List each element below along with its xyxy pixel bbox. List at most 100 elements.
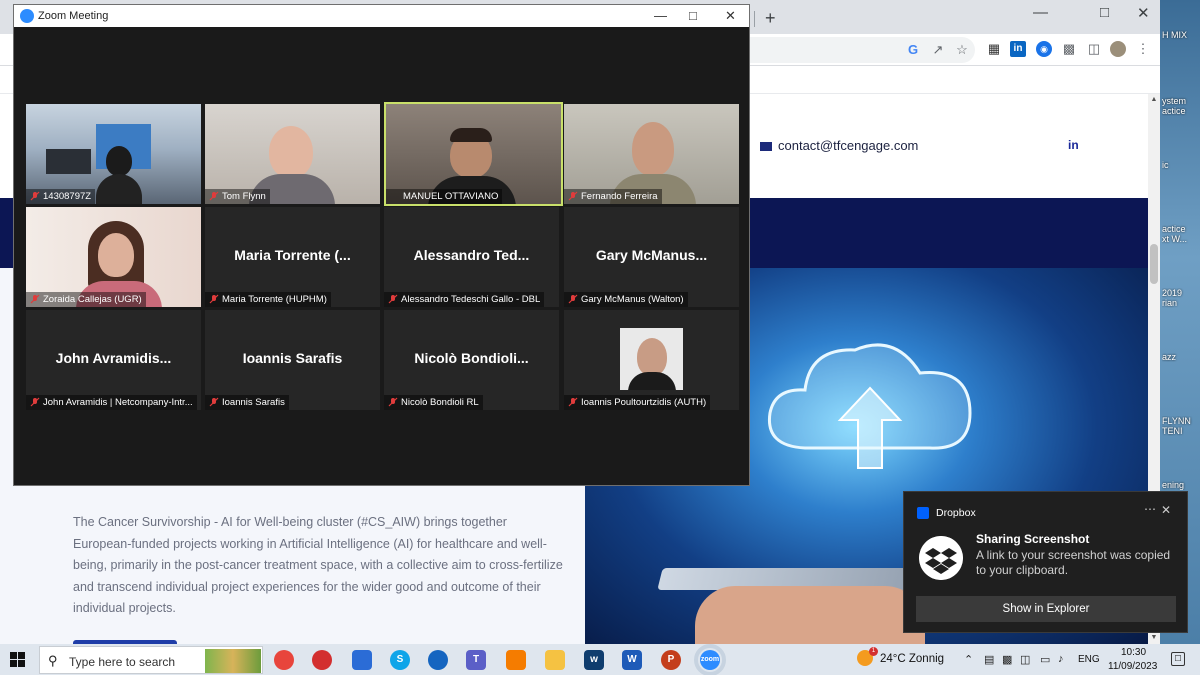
minimize-button[interactable]: — xyxy=(1033,4,1048,21)
participant-tile[interactable]: Fernando Ferreira xyxy=(564,104,739,204)
network-icon[interactable]: ◫ xyxy=(1020,653,1030,666)
desktop-icon-label[interactable]: ening xyxy=(1162,480,1200,490)
skype-icon[interactable]: S xyxy=(390,650,410,670)
chevron-up-icon[interactable]: ⌃ xyxy=(964,653,973,666)
cluster-description: The Cancer Survivorship - AI for Well-be… xyxy=(73,515,563,615)
search-icon: ⚲ xyxy=(48,653,58,668)
zoom-maximize-button[interactable]: □ xyxy=(689,8,697,23)
desktop-icon-label[interactable]: azz xyxy=(1162,352,1200,362)
more-options-icon[interactable]: ⋯ xyxy=(1144,502,1156,516)
dropbox-app-icon xyxy=(917,507,929,519)
google-icon[interactable]: G xyxy=(905,42,921,58)
hand xyxy=(695,586,925,644)
muted-mic-icon xyxy=(388,294,398,304)
participant-tile[interactable]: John Avramidis... John Avramidis | Netco… xyxy=(26,310,201,410)
share-icon[interactable]: ↗ xyxy=(930,42,946,58)
muted-mic-icon xyxy=(30,294,40,304)
scroll-up-arrow[interactable]: ▲ xyxy=(1148,94,1160,106)
store-icon[interactable] xyxy=(352,650,372,670)
tray-icon[interactable]: ▤ xyxy=(984,653,994,666)
participant-tile[interactable]: Gary McManus... Gary McManus (Walton) xyxy=(564,207,739,307)
participant-tile[interactable]: Zoraida Callejas (UGR) xyxy=(26,207,201,307)
close-icon[interactable]: ✕ xyxy=(1161,503,1171,517)
side-panel-icon[interactable]: ◫ xyxy=(1086,41,1102,57)
participant-head xyxy=(637,338,667,376)
contact-email[interactable]: contact@tfcengage.com xyxy=(760,138,918,153)
taskbar-search-input[interactable]: ⚲ Type here to search xyxy=(39,646,263,674)
participant-head xyxy=(106,146,132,176)
desktop-icon-label[interactable]: FLYNN TENI xyxy=(1162,416,1200,436)
notification-center-icon[interactable]: ☐ xyxy=(1171,652,1185,666)
linkedin-extension-icon[interactable]: in xyxy=(1010,41,1026,57)
monitor xyxy=(46,149,91,174)
menu-icon[interactable]: ⋮ xyxy=(1135,41,1151,57)
desktop-icon-label[interactable]: ystem actice xyxy=(1162,96,1200,116)
participant-tile[interactable]: 14308797Z xyxy=(26,104,201,204)
address-bar[interactable]: G ↗ ☆ xyxy=(750,37,975,63)
participant-display-name: Maria Torrente (... xyxy=(234,247,351,263)
contact-email-text: contact@tfcengage.com xyxy=(778,138,919,153)
participant-tile[interactable]: Tom Flynn xyxy=(205,104,380,204)
participant-tile[interactable]: Nicolò Bondioli... Nicolò Bondioli RL xyxy=(384,310,559,410)
participant-tile[interactable]: Ioannis Sarafis Ioannis Sarafis xyxy=(205,310,380,410)
clock-date[interactable]: 11/09/2023 xyxy=(1108,661,1157,672)
scroll-thumb[interactable] xyxy=(1150,244,1158,284)
profile-avatar[interactable] xyxy=(1110,41,1126,57)
new-tab-button[interactable]: + xyxy=(765,8,776,29)
zoom-icon[interactable]: zoom xyxy=(694,644,726,675)
puzzle-icon[interactable]: ▩ xyxy=(1061,41,1077,57)
extension-icon[interactable]: ▦ xyxy=(986,41,1002,57)
powerpoint-icon[interactable]: P xyxy=(661,650,681,670)
muted-mic-icon xyxy=(209,397,219,407)
participant-name: Ioannis Sarafis xyxy=(222,397,285,408)
zoom-meeting-window: Zoom Meeting — □ ✕ 14308797Z Tom Flynn M… xyxy=(13,4,750,486)
teams-icon[interactable]: T xyxy=(466,650,486,670)
participant-display-name: Gary McManus... xyxy=(595,247,708,263)
zoom-minimize-button[interactable]: — xyxy=(654,8,667,23)
show-in-explorer-button[interactable]: Show in Explorer xyxy=(916,596,1176,622)
desktop-icon-label[interactable]: 2019 rian xyxy=(1162,288,1200,308)
participant-tile-active-speaker[interactable]: MANUEL OTTAVIANO xyxy=(384,102,563,206)
notification-title: Sharing Screenshot xyxy=(976,532,1090,546)
extension-icon[interactable]: ◉ xyxy=(1036,41,1052,57)
zoom-close-button[interactable]: ✕ xyxy=(725,8,736,24)
desktop-icon-label[interactable]: H MIX xyxy=(1162,30,1200,40)
language-indicator[interactable]: ENG xyxy=(1078,654,1100,665)
participant-head xyxy=(632,122,674,176)
muted-mic-icon xyxy=(568,294,578,304)
muted-mic-icon xyxy=(209,191,219,201)
desktop-icon-label[interactable]: actice xt W... xyxy=(1162,224,1200,244)
tray-icon[interactable]: ▩ xyxy=(1002,653,1012,666)
participant-name-label: Zoraida Callejas (UGR) xyxy=(26,292,146,307)
weather-text[interactable]: 24°C Zonnig xyxy=(880,653,944,665)
participant-hair xyxy=(450,128,492,142)
participant-head xyxy=(269,126,313,178)
teamviewer-icon[interactable] xyxy=(428,650,448,670)
participant-name: John Avramidis | Netcompany-Intr... xyxy=(43,397,193,408)
close-button[interactable]: ✕ xyxy=(1137,4,1150,22)
desktop-icon-label[interactable]: ic xyxy=(1162,160,1200,170)
participant-name-label: 14308797Z xyxy=(26,189,96,204)
battery-icon[interactable]: ▭ xyxy=(1040,653,1050,666)
muted-mic-icon xyxy=(568,191,578,201)
windows-start-icon[interactable] xyxy=(10,652,25,667)
participant-name: Maria Torrente (HUPHM) xyxy=(222,294,327,305)
opera-icon[interactable] xyxy=(312,650,332,670)
participant-tile[interactable]: Ioannis Poultourtzidis (AUTH) xyxy=(564,310,739,410)
scroll-down-arrow[interactable]: ▼ xyxy=(1148,632,1160,644)
word-icon[interactable]: W xyxy=(622,650,642,670)
taskbar: ⚲ Type here to search S T w W P zoom 1 2… xyxy=(0,644,1200,675)
participant-tile[interactable]: Maria Torrente (... Maria Torrente (HUPH… xyxy=(205,207,380,307)
star-icon[interactable]: ☆ xyxy=(954,42,970,58)
participant-tile[interactable]: Alessandro Ted... Alessandro Tedeschi Ga… xyxy=(384,207,559,307)
dropbox-notification[interactable]: Dropbox ⋯ ✕ Sharing Screenshot A link to… xyxy=(903,491,1188,633)
file-explorer-icon[interactable] xyxy=(545,650,565,670)
search-highlight-image xyxy=(205,649,261,673)
app-icon[interactable] xyxy=(506,650,526,670)
maximize-button[interactable]: □ xyxy=(1100,4,1109,21)
linkedin-icon[interactable]: in xyxy=(1068,138,1079,152)
volume-icon[interactable]: ♪ xyxy=(1058,653,1064,665)
app-icon[interactable]: w xyxy=(584,650,604,670)
clock-time[interactable]: 10:30 xyxy=(1121,647,1146,658)
chrome-icon[interactable] xyxy=(274,650,294,670)
